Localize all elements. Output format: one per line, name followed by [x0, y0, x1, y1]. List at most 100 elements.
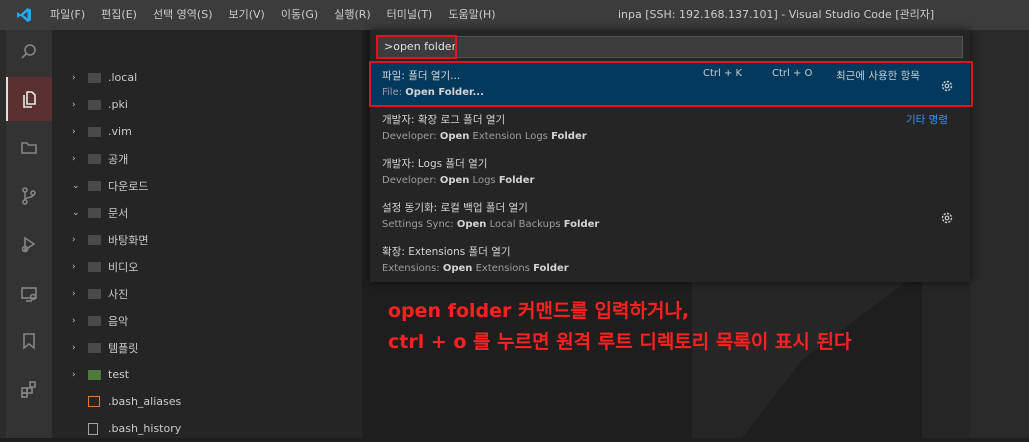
search-icon: [21, 44, 36, 59]
chevron-right-icon: ›: [72, 234, 76, 245]
palette-item-logs-folder[interactable]: 개발자: Logs 폴더 열기 Developer: Open Logs Fol…: [370, 151, 970, 195]
tree-item-vim[interactable]: › .vim: [52, 118, 362, 145]
chevron-down-icon: ⌄: [72, 180, 80, 191]
highlight-item-box: [369, 61, 973, 107]
folder-test-icon: [88, 369, 101, 380]
palette-item-title: 개발자: Logs 폴더 열기: [382, 158, 488, 170]
tree-item-desktop[interactable]: › 바탕화면: [52, 226, 362, 253]
annotation-line-1: open folder 커맨드를 입력하거나,: [388, 300, 690, 322]
command-input[interactable]: >open folder: [377, 36, 963, 58]
run-debug-icon: [21, 236, 36, 253]
menu-terminal[interactable]: 터미널(T): [379, 0, 441, 30]
menu-edit[interactable]: 편집(E): [93, 0, 145, 30]
palette-item-subtitle: Developer: Open Extension Logs Folder: [382, 131, 587, 142]
folder-icon: [21, 142, 37, 154]
other-commands-label: 기타 명령: [906, 114, 948, 126]
tree-item-label: .bash_history: [108, 422, 182, 435]
tree-item-pki[interactable]: › .pki: [52, 91, 362, 118]
remote-explorer-icon: [21, 287, 37, 302]
palette-item-extensions-folder[interactable]: 확장: Extensions 폴더 열기 Extensions: Open Ex…: [370, 239, 970, 283]
tree-item-label: 바탕화면: [108, 233, 149, 247]
palette-item-title: 확장: Extensions 폴더 열기: [382, 246, 511, 258]
palette-item-subtitle: Settings Sync: Open Local Backups Folder: [382, 219, 600, 230]
search-activity[interactable]: [6, 30, 52, 74]
menu-go[interactable]: 이동(G): [273, 0, 326, 30]
right-panel: [970, 30, 1029, 438]
source-control-activity[interactable]: [6, 174, 52, 218]
menu-view[interactable]: 보기(V): [220, 0, 272, 30]
palette-item-title: 개발자: 확장 로그 폴더 열기: [382, 114, 506, 126]
tree-item-label: 음악: [108, 314, 129, 328]
chevron-right-icon: ›: [72, 153, 76, 164]
folder-icon: [88, 288, 101, 299]
window-title: inpa [SSH: 192.168.137.101] - Visual Stu…: [618, 8, 935, 21]
folder-icon: [88, 153, 101, 164]
palette-item-subtitle: Developer: Open Logs Folder: [382, 175, 535, 186]
chevron-right-icon: ›: [72, 369, 76, 380]
title-bar: 파일(F) 편집(E) 선택 영역(S) 보기(V) 이동(G) 실행(R) 터…: [0, 0, 1029, 30]
remote-explorer-activity[interactable]: [6, 272, 52, 316]
tree-item-local[interactable]: › .local: [52, 64, 362, 91]
folder-icon: [88, 126, 101, 137]
chevron-right-icon: ›: [72, 126, 76, 137]
highlight-input-box: [376, 35, 457, 59]
chevron-right-icon: ›: [72, 342, 76, 353]
tree-item-templates[interactable]: › 템플릿: [52, 334, 362, 361]
files-icon: [23, 91, 36, 108]
palette-item-title: 설정 동기화: 로컬 백업 폴더 열기: [382, 202, 528, 214]
tree-item-bash-aliases[interactable]: .bash_aliases: [52, 388, 362, 415]
folder-icon: [88, 207, 101, 218]
chevron-right-icon: ›: [72, 72, 76, 83]
annotation-line-2: ctrl + o 를 누르면 원격 루트 디렉토리 목록이 표시 된다: [388, 331, 852, 353]
folder-activity[interactable]: [6, 126, 52, 170]
folder-icon: [88, 180, 101, 191]
terminal-file-icon: [88, 396, 100, 407]
folder-icon: [88, 261, 101, 272]
chevron-right-icon: ›: [72, 261, 76, 272]
bookmarks-activity[interactable]: [6, 319, 52, 363]
tree-item-downloads[interactable]: ⌄ 다운로드: [52, 172, 362, 199]
folder-icon: [88, 99, 101, 110]
gear-icon[interactable]: [940, 211, 954, 225]
menu-help[interactable]: 도움말(H): [440, 0, 503, 30]
menu-file[interactable]: 파일(F): [42, 0, 93, 30]
folder-icon: [88, 234, 101, 245]
chevron-right-icon: ›: [72, 99, 76, 110]
tree-item-music[interactable]: › 음악: [52, 307, 362, 334]
palette-item-subtitle: Extensions: Open Extensions Folder: [382, 263, 569, 274]
extensions-activity[interactable]: [6, 367, 52, 411]
chevron-right-icon: ›: [72, 315, 76, 326]
tree-item-pictures[interactable]: › 사진: [52, 280, 362, 307]
tree-item-label: .bash_aliases: [108, 395, 182, 408]
tree-item-label: 문서: [108, 206, 129, 220]
extensions-icon: [21, 381, 36, 398]
chevron-right-icon: ›: [72, 288, 76, 299]
tree-item-label: 비디오: [108, 260, 139, 274]
bookmark-icon: [23, 333, 35, 350]
folder-icon: [88, 315, 101, 326]
tree-item-documents[interactable]: ⌄ 문서: [52, 199, 362, 226]
tree-item-videos[interactable]: › 비디오: [52, 253, 362, 280]
explorer-sidebar: › .local › .pki › .vim › 공개 ⌄ 다운로드 ⌄ 문서 › 바탕화면 …: [52, 30, 362, 438]
tree-item-label: test: [108, 368, 130, 381]
tree-item-label: 공개: [108, 152, 129, 166]
explorer-activity[interactable]: [6, 77, 52, 121]
chevron-down-icon: ⌄: [72, 207, 80, 218]
palette-item-extension-logs[interactable]: 개발자: 확장 로그 폴더 열기 기타 명령 Developer: Open E…: [370, 107, 970, 151]
menu-bar: 파일(F) 편집(E) 선택 영역(S) 보기(V) 이동(G) 실행(R) 터…: [42, 0, 504, 30]
tree-item-label: .pki: [108, 98, 128, 111]
file-icon: [88, 422, 98, 435]
folder-icon: [88, 342, 101, 353]
run-debug-activity[interactable]: [6, 222, 52, 266]
palette-item-local-backups[interactable]: 설정 동기화: 로컬 백업 폴더 열기 Settings Sync: Open …: [370, 195, 970, 239]
tree-item-label: 다운로드: [108, 179, 149, 193]
vscode-logo-icon: [14, 5, 34, 25]
menu-run[interactable]: 실행(R): [326, 0, 378, 30]
source-control-icon: [22, 187, 36, 205]
tree-item-test[interactable]: › test: [52, 361, 362, 388]
folder-icon: [88, 72, 101, 83]
tree-item-public[interactable]: › 공개: [52, 145, 362, 172]
menu-selection[interactable]: 선택 영역(S): [145, 0, 221, 30]
tree-item-label: 사진: [108, 287, 129, 301]
activity-bar: [6, 30, 52, 438]
